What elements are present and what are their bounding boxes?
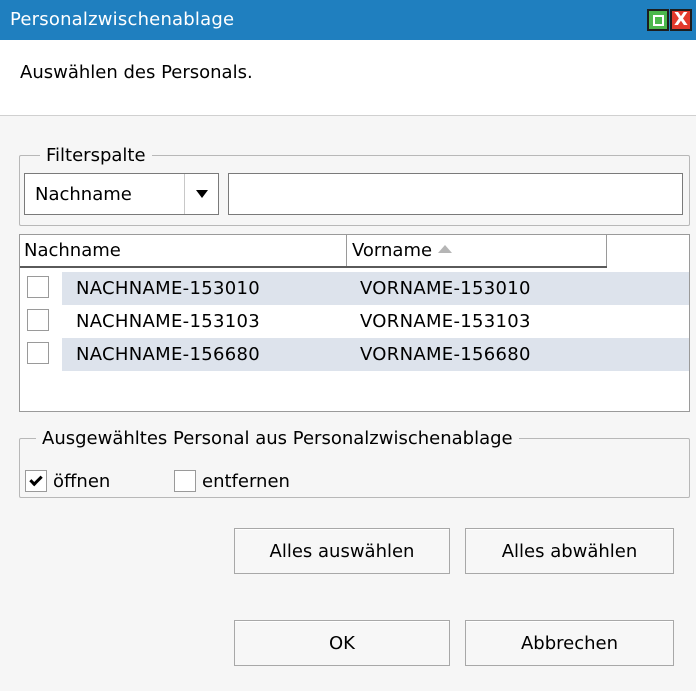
table-row[interactable]: NACHNAME-156680 VORNAME-156680	[20, 338, 689, 371]
table-row[interactable]: NACHNAME-153103 VORNAME-153103	[20, 305, 689, 338]
column-header-vorname[interactable]: Vorname	[352, 240, 453, 261]
remove-label: entfernen	[202, 470, 290, 492]
ok-button[interactable]: OK	[234, 620, 450, 666]
column-header-nachname[interactable]: Nachname	[24, 240, 121, 261]
row-checkbox[interactable]	[27, 309, 49, 331]
filter-text-input[interactable]	[228, 173, 683, 215]
action-legend: Ausgewähltes Personal aus Personalzwisch…	[36, 428, 519, 449]
filter-column-value: Nachname	[35, 184, 132, 205]
column-divider[interactable]	[346, 235, 347, 266]
row-checkbox[interactable]	[27, 342, 49, 364]
checkmark-icon	[29, 472, 43, 487]
cell-nachname: NACHNAME-153010	[76, 278, 260, 299]
personnel-grid: Nachname Vorname NACHNAME-153010 VORNAME…	[19, 234, 690, 412]
maximize-icon[interactable]	[647, 9, 669, 31]
open-option[interactable]: öffnen	[25, 470, 110, 492]
cell-vorname: VORNAME-153103	[360, 311, 531, 332]
row-checkbox[interactable]	[27, 276, 49, 298]
window-title: Personalzwischenablage	[10, 9, 235, 30]
select-all-button[interactable]: Alles auswählen	[234, 528, 450, 574]
open-label: öffnen	[53, 470, 111, 492]
close-icon[interactable]: X	[670, 9, 692, 31]
remove-option[interactable]: entfernen	[174, 470, 290, 492]
cancel-button[interactable]: Abbrechen	[465, 620, 674, 666]
column-divider[interactable]	[606, 235, 607, 266]
filter-column-select[interactable]: Nachname	[24, 173, 219, 215]
cell-nachname: NACHNAME-153103	[76, 311, 260, 332]
title-bar[interactable]: Personalzwischenablage X	[0, 0, 696, 40]
table-row[interactable]: NACHNAME-153010 VORNAME-153010	[20, 272, 689, 305]
column-header-vorname-label: Vorname	[352, 240, 433, 261]
chevron-down-icon[interactable]	[184, 174, 218, 214]
filter-legend: Filterspalte	[40, 145, 152, 166]
sort-ascending-icon	[438, 245, 453, 253]
cell-vorname: VORNAME-153010	[360, 278, 531, 299]
open-checkbox[interactable]	[25, 470, 47, 492]
remove-checkbox[interactable]	[174, 470, 196, 492]
instruction-text: Auswählen des Personals.	[20, 62, 253, 83]
deselect-all-button[interactable]: Alles abwählen	[465, 528, 674, 574]
cell-nachname: NACHNAME-156680	[76, 344, 260, 365]
cell-vorname: VORNAME-156680	[360, 344, 531, 365]
grid-header: Nachname Vorname	[20, 235, 607, 268]
